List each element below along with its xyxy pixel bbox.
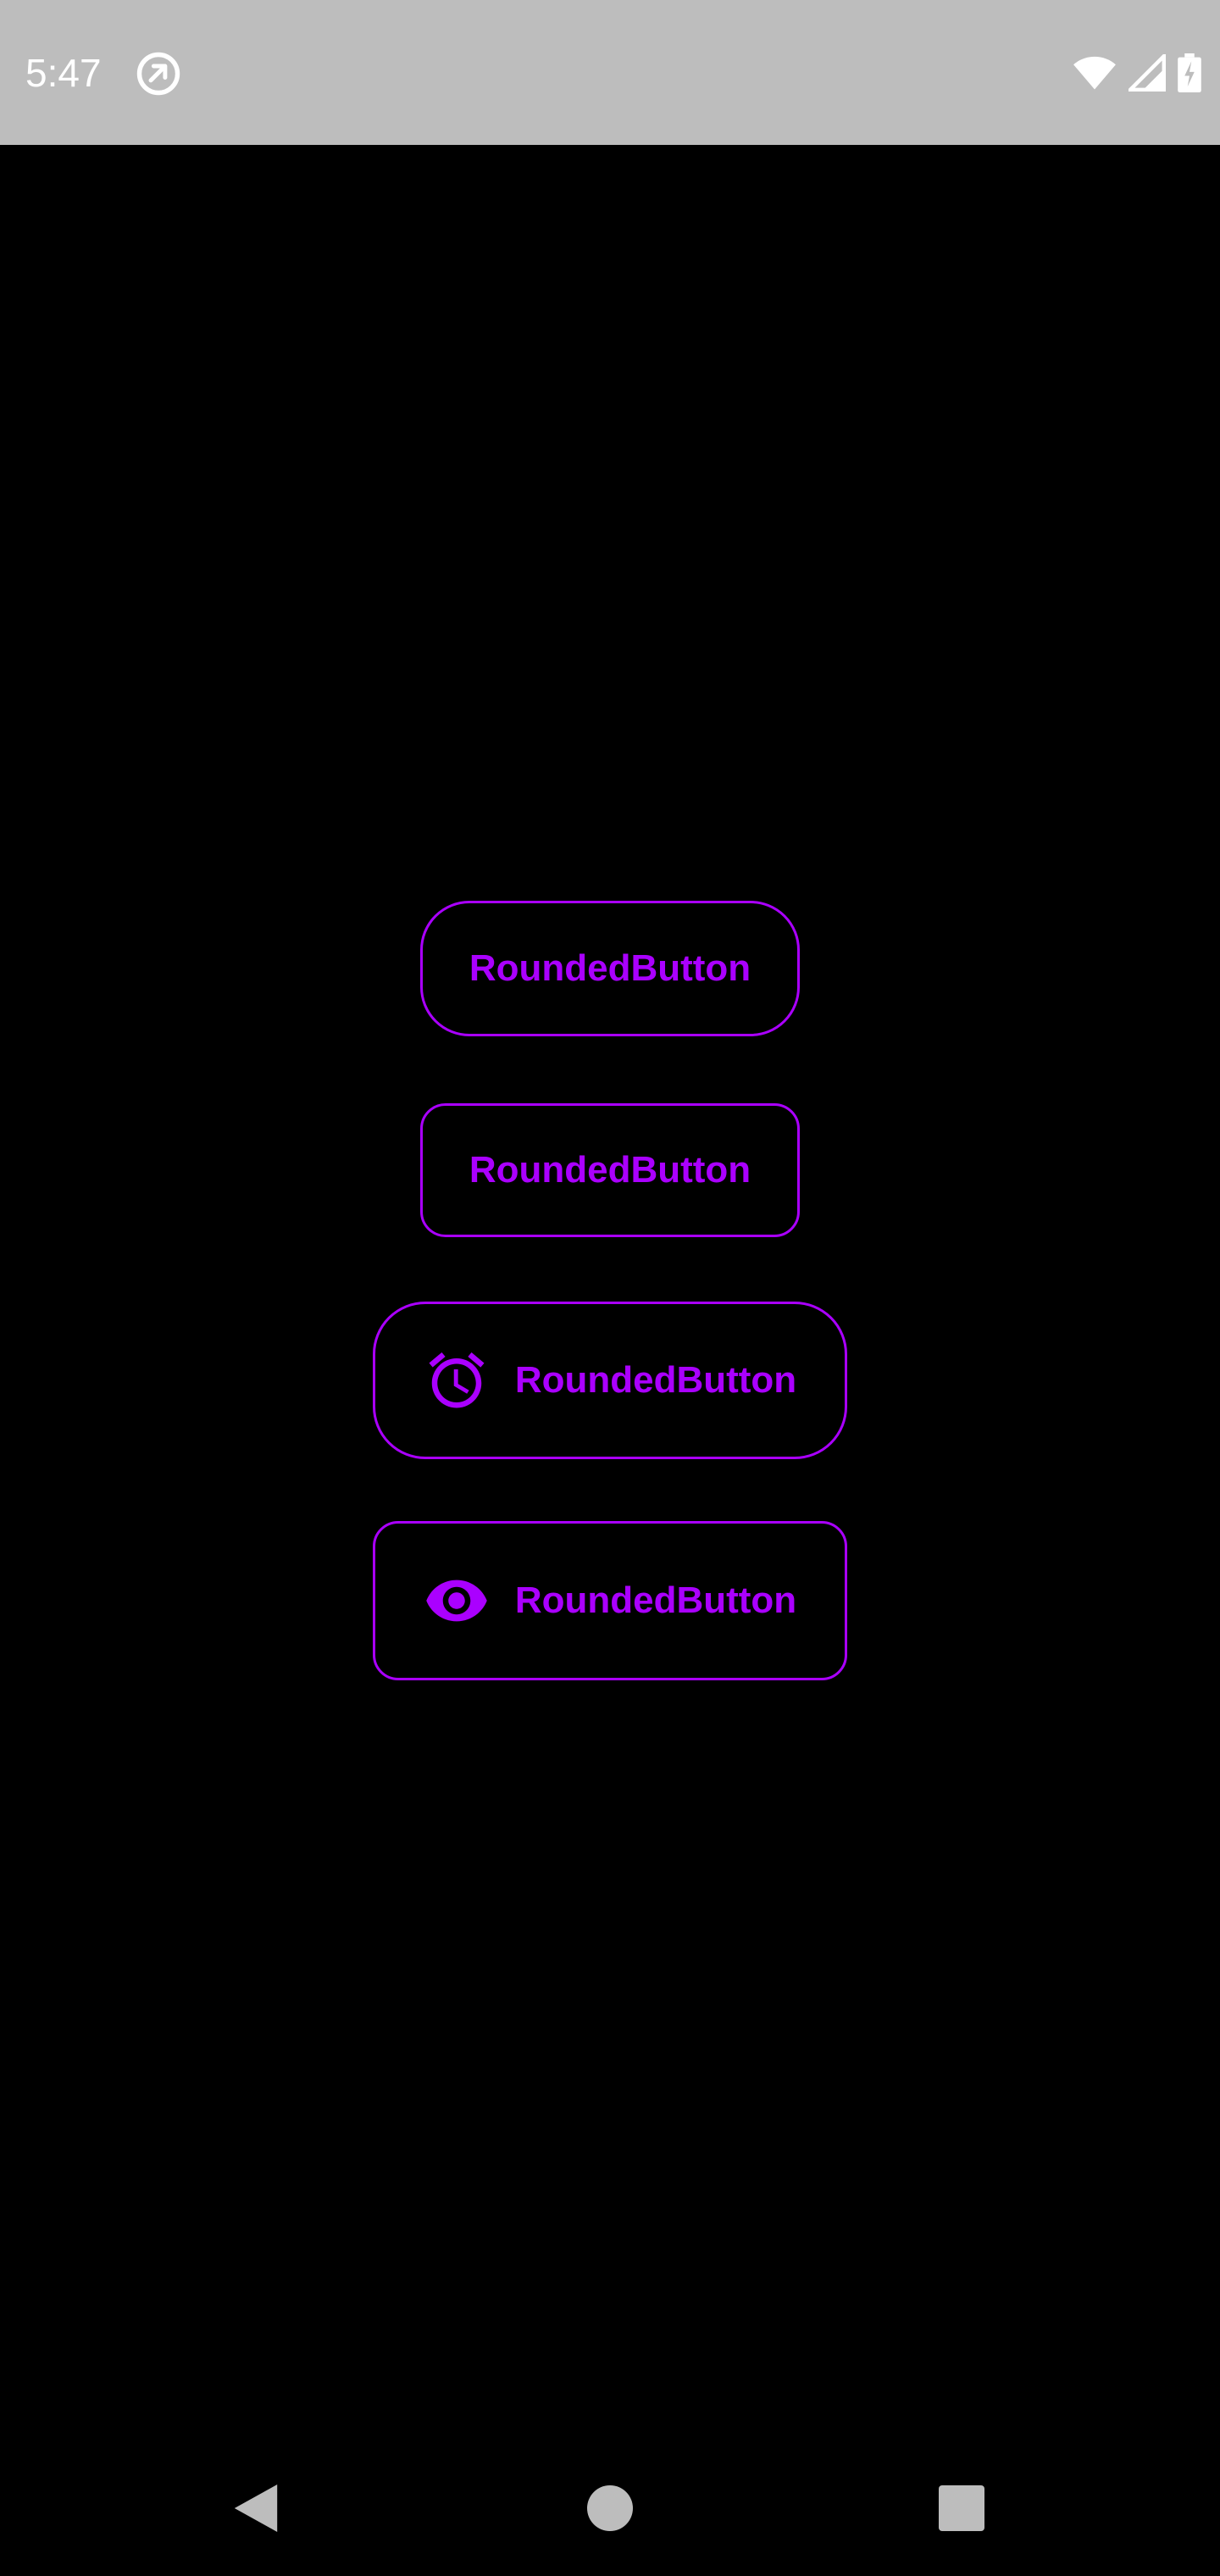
app-screen: 5:47 RoundedButton RoundedButton Rounded… — [0, 0, 1220, 2576]
rounded-button-rect[interactable]: RoundedButton — [420, 1103, 800, 1237]
home-icon[interactable] — [568, 2466, 652, 2551]
status-time: 5:47 — [25, 51, 102, 95]
eye-icon — [424, 1568, 490, 1634]
rounded-button-alarm[interactable]: RoundedButton — [373, 1302, 847, 1459]
signal-icon — [1128, 54, 1166, 92]
button-label: RoundedButton — [514, 1579, 797, 1621]
recents-icon[interactable] — [919, 2466, 1004, 2551]
alarm-icon — [424, 1347, 490, 1413]
navigation-bar — [0, 2440, 1220, 2576]
button-label: RoundedButton — [469, 1149, 751, 1191]
button-label: RoundedButton — [514, 1359, 797, 1401]
button-label: RoundedButton — [469, 947, 751, 989]
status-icons — [1073, 53, 1201, 93]
status-bar: 5:47 — [0, 0, 1220, 145]
back-icon[interactable] — [214, 2466, 298, 2551]
rounded-button-pill[interactable]: RoundedButton — [420, 901, 800, 1036]
battery-charging-icon — [1178, 53, 1201, 92]
rounded-button-eye[interactable]: RoundedButton — [373, 1521, 847, 1680]
sync-icon — [136, 51, 181, 97]
wifi-icon — [1073, 54, 1117, 92]
